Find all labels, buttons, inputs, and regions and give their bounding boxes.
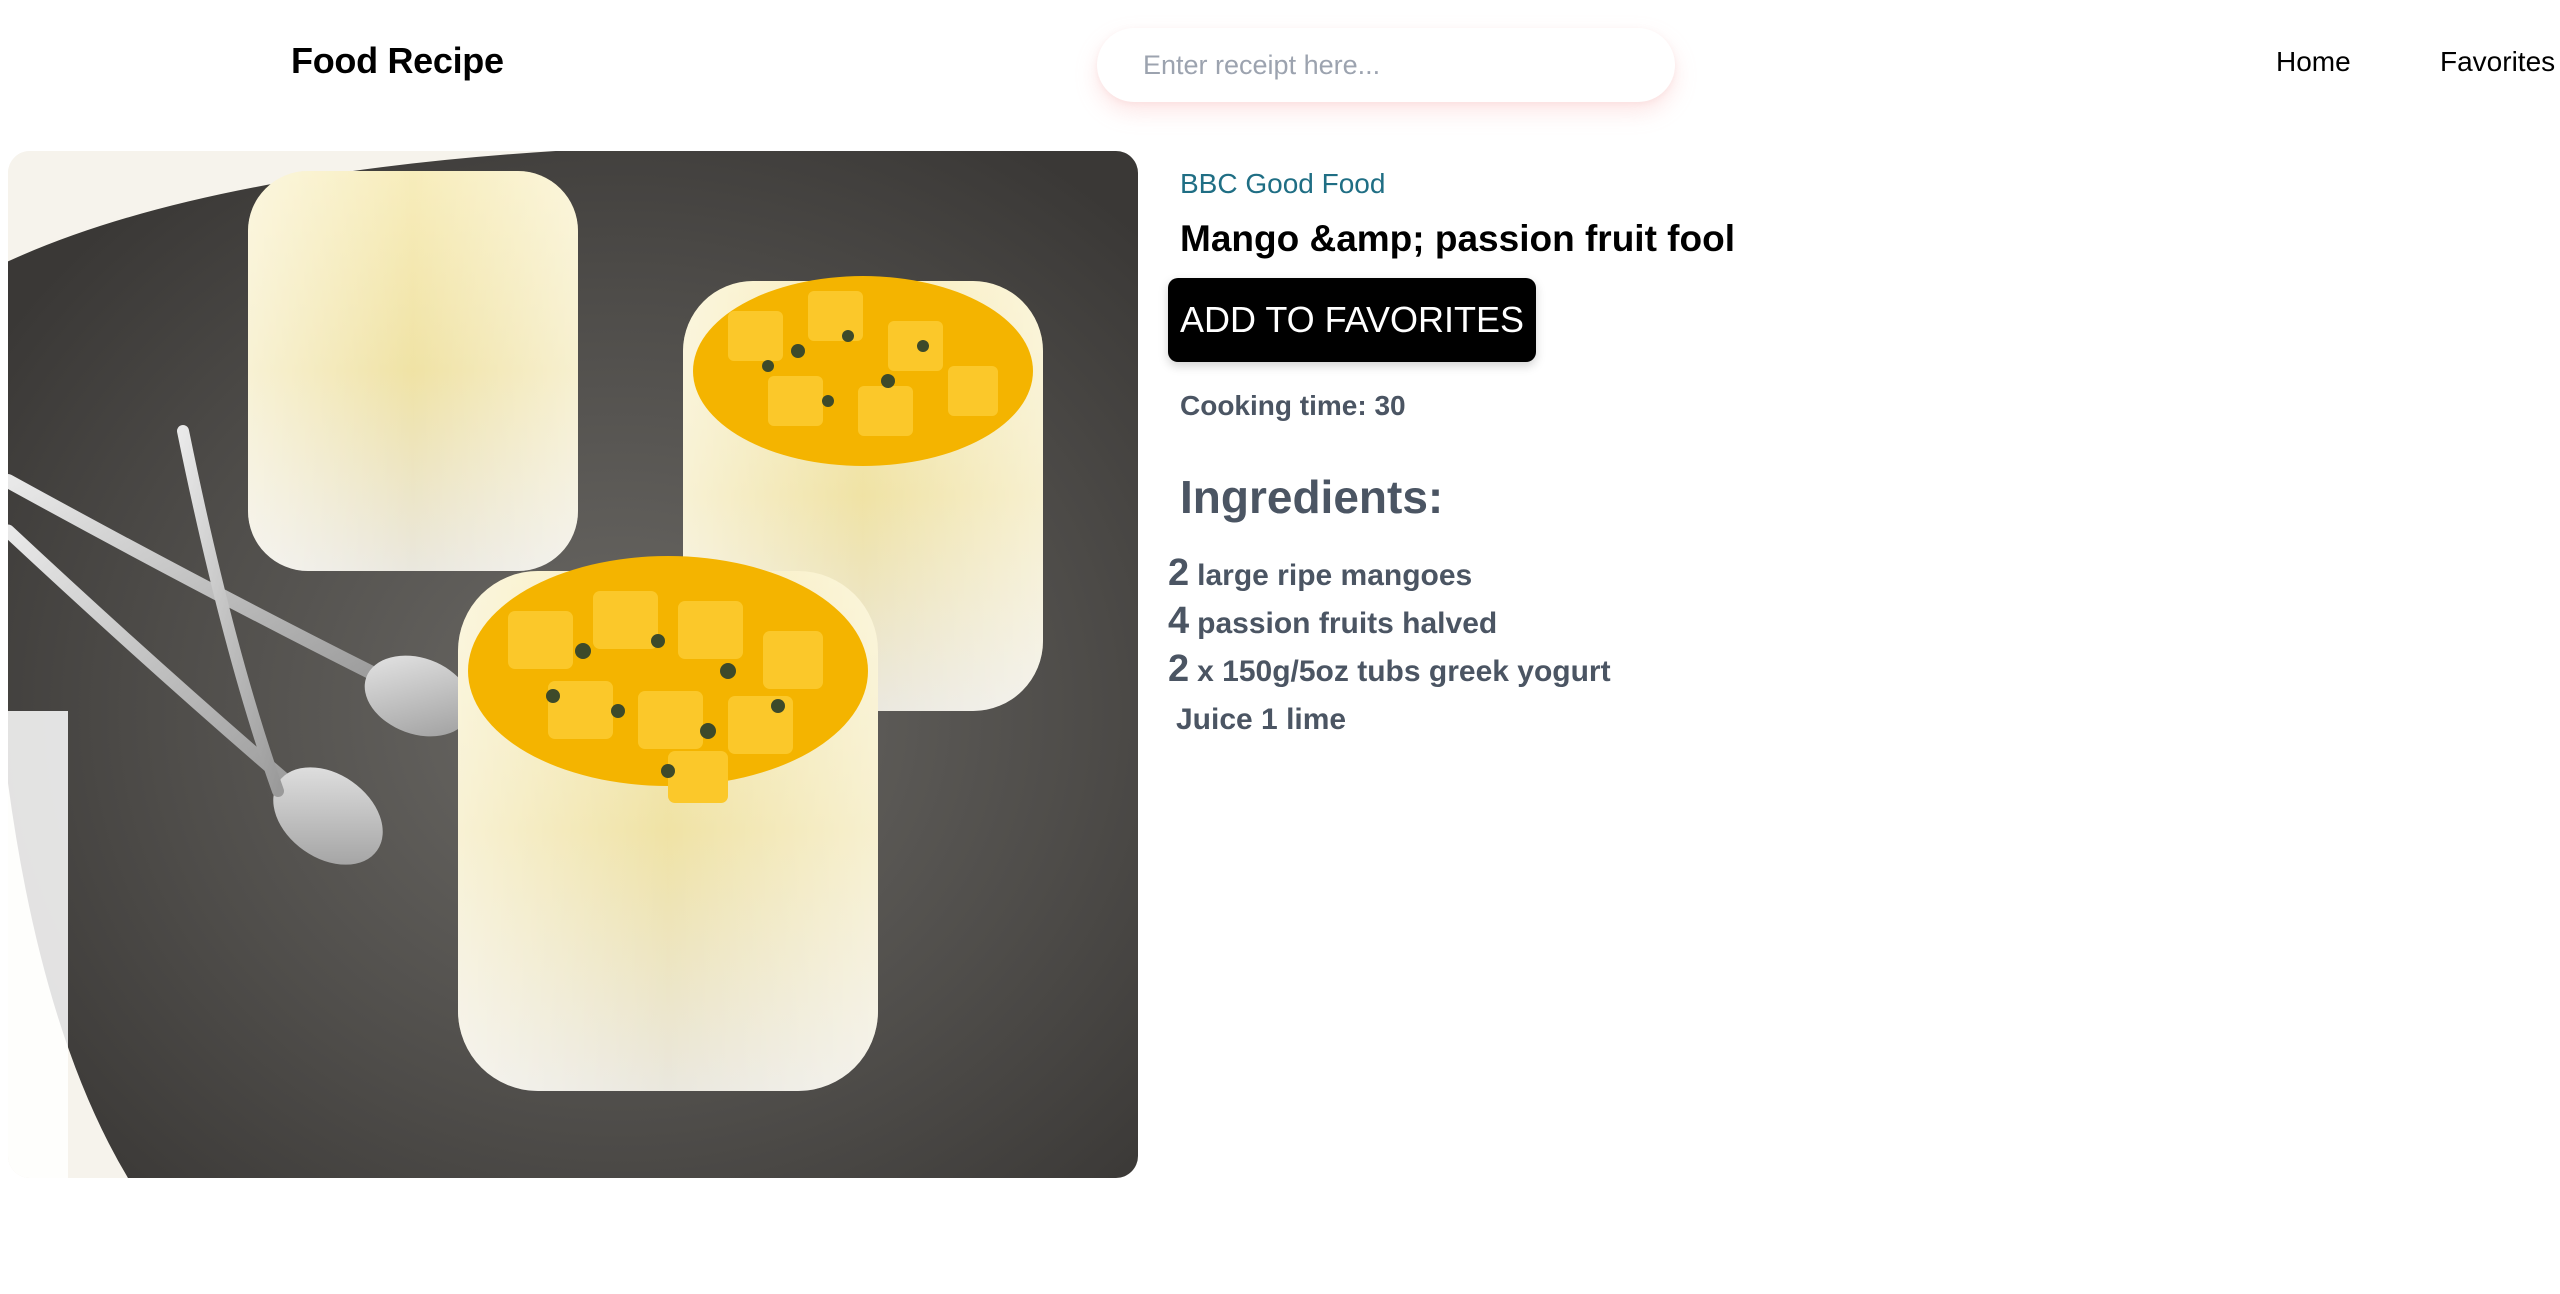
ingredient-item: 4 passion fruits halved [1168, 600, 1611, 648]
search-bar [1097, 28, 1675, 102]
add-to-favorites-button[interactable]: ADD TO FAVORITES [1168, 278, 1536, 362]
navbar: Food Recipe Home Favorites [0, 0, 2560, 128]
ingredients-heading: Ingredients: [1180, 471, 1444, 523]
ingredient-item: Juice 1 lime [1168, 696, 1611, 744]
recipe-title: Mango &amp; passion fruit fool [1180, 218, 1735, 259]
recipe-image [8, 151, 1138, 1178]
search-input[interactable] [1097, 28, 1675, 102]
ingredient-text: Juice 1 lime [1176, 703, 1347, 736]
ingredient-item: 2 large ripe mangoes [1168, 552, 1611, 600]
ingredient-quantity: 2 [1168, 648, 1190, 690]
ingredient-text: passion fruits halved [1197, 607, 1498, 640]
ingredient-text: x 150g/5oz tubs greek yogurt [1197, 655, 1611, 688]
ingredient-quantity: 4 [1168, 600, 1190, 642]
recipe-publisher: BBC Good Food [1180, 168, 1386, 199]
nav-home-link[interactable]: Home [2276, 46, 2351, 78]
brand-logo-text[interactable]: Food Recipe [291, 40, 504, 82]
nav-favorites-link[interactable]: Favorites [2440, 46, 2555, 78]
cooking-time: Cooking time: 30 [1180, 390, 1406, 421]
ingredient-text: large ripe mangoes [1197, 559, 1473, 592]
ingredients-list: 2 large ripe mangoes 4 passion fruits halv… [1168, 552, 1611, 744]
ingredient-item: 2x 150g/5oz tubs greek yogurt [1168, 648, 1611, 696]
ingredient-quantity: 2 [1168, 552, 1190, 594]
recipe-photo [8, 151, 1138, 1178]
